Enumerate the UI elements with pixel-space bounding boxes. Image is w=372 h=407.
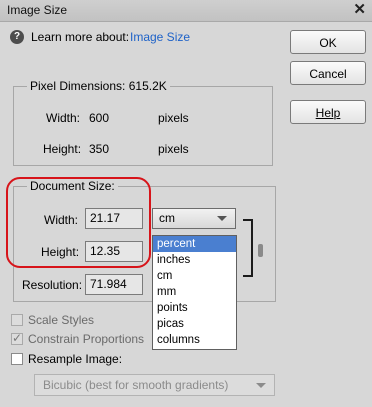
close-icon[interactable]: ✕ [353, 1, 366, 19]
pixel-width-label: Width: [46, 111, 81, 125]
question-circle-icon: ? [10, 30, 24, 44]
scale-styles-label: Scale Styles [28, 313, 95, 327]
help-button-label: Help [315, 106, 341, 120]
resample-method-value: Bicubic (best for smooth gradients) [43, 378, 229, 392]
pixel-height-value: 350 [89, 142, 110, 156]
window-title: Image Size [7, 3, 68, 17]
help-button[interactable]: Help [290, 100, 366, 124]
constrain-bracket [243, 219, 253, 277]
chain-link-icon [258, 244, 263, 257]
ok-button[interactable]: OK [290, 30, 366, 54]
pixel-height-unit: pixels [158, 142, 189, 156]
units-dropdown-list[interactable]: percent inches cm mm points picas column… [152, 235, 237, 350]
resample-method-select[interactable]: Bicubic (best for smooth gradients) [34, 374, 275, 396]
constrain-proportions-label: Constrain Proportions [28, 332, 145, 346]
title-bar: Image Size ✕ [0, 0, 372, 22]
units-select-value: cm [159, 211, 175, 225]
annotation-highlight [6, 177, 151, 268]
unit-option-picas[interactable]: picas [153, 316, 236, 332]
constrain-proportions-checkbox[interactable]: ✓ [11, 331, 23, 345]
chevron-down-icon [217, 216, 227, 221]
scale-styles-checkbox[interactable] [11, 314, 23, 326]
unit-option-points[interactable]: points [153, 300, 236, 316]
cancel-button[interactable]: Cancel [290, 61, 366, 85]
chevron-down-icon [256, 383, 266, 388]
pixel-width-unit: pixels [158, 111, 189, 125]
resolution-field[interactable]: 71.984 [85, 274, 143, 295]
unit-option-inches[interactable]: inches [153, 252, 236, 268]
pixel-width-value: 600 [89, 111, 110, 125]
unit-option-percent[interactable]: percent [153, 236, 236, 252]
units-select[interactable]: cm [152, 208, 236, 229]
image-size-help-link[interactable]: Image Size [130, 30, 190, 44]
resample-image-checkbox[interactable] [11, 353, 23, 365]
unit-option-mm[interactable]: mm [153, 284, 236, 300]
pixel-dimensions-title: Pixel Dimensions: 615.2K [27, 79, 170, 93]
resolution-label: Resolution: [22, 278, 83, 292]
learn-more-label: Learn more about: [31, 30, 130, 44]
pixel-height-label: Height: [43, 142, 82, 156]
checkmark-icon: ✓ [12, 331, 23, 345]
pixel-dimensions-size: 615.2K [128, 79, 167, 93]
pixel-dimensions-label: Pixel Dimensions: [30, 79, 126, 93]
unit-option-cm[interactable]: cm [153, 268, 236, 284]
resample-image-label: Resample Image: [28, 352, 123, 366]
unit-option-columns[interactable]: columns [153, 332, 236, 348]
